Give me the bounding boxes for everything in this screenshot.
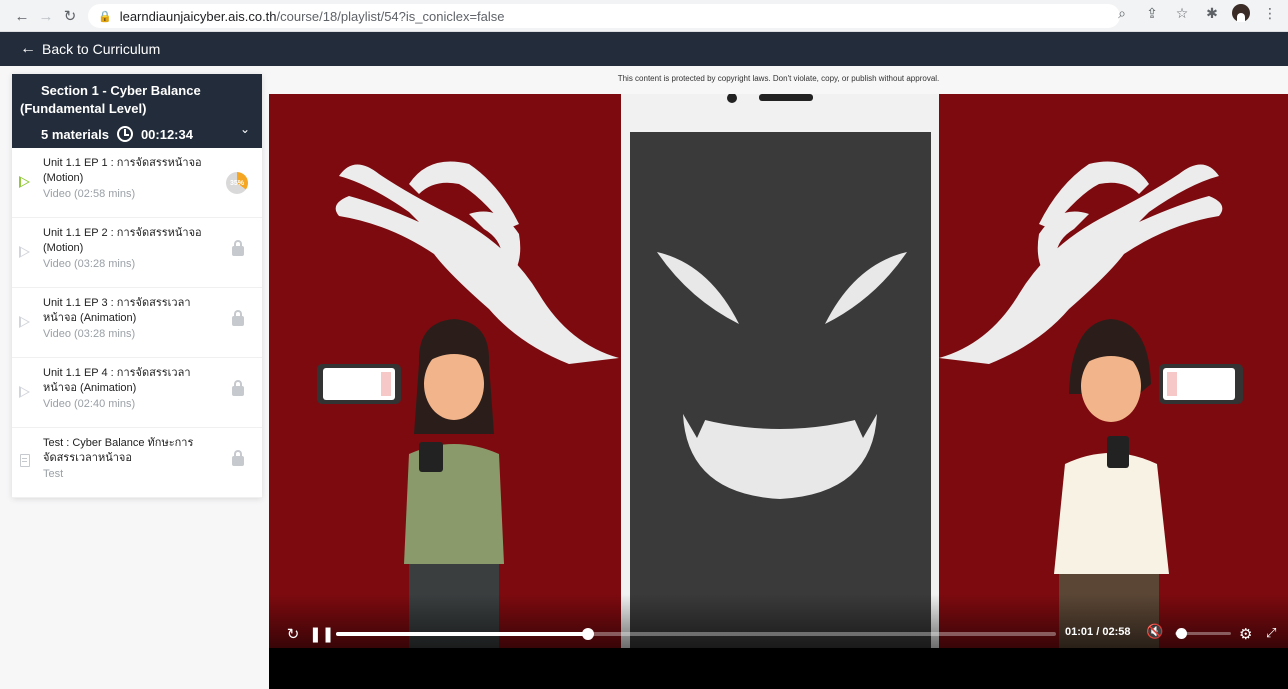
extensions-icon[interactable]: ✱ [1202,5,1222,22]
lesson-title-line2: หน้าจอ (Animation) [43,382,137,394]
player-controls: ↻ ❚❚ 01:01 / 02:58 🔇 ⚙ ⤢ [269,618,1288,650]
browser-menu-icon[interactable]: ⋮ [1260,5,1280,22]
course-topnav: ← Back to Curriculum [0,32,1288,66]
browser-actions: ⌕ ⇪ ☆ ✱ ⋮ [1112,4,1280,22]
section-title-line1: Section 1 - Cyber Balance [41,83,201,98]
section-title-line2: (Fundamental Level) [20,101,147,116]
lock-icon [232,380,244,396]
lesson-title: Unit 1.1 EP 2 : การจัดสรรหน้าจอ (Motion) [43,226,222,256]
play-icon [19,316,30,328]
seek-bar[interactable] [336,628,1056,640]
zoom-icon[interactable]: ⌕ [1112,5,1132,22]
test-title-line2: จัดสรรเวลาหน้าจอ [43,452,132,464]
lesson-title-line2: (Motion) [43,172,84,184]
progress-label: 35% [229,179,244,187]
lock-icon: 🔒 [98,10,112,23]
forward-arrow-icon[interactable]: → [34,4,58,28]
current-time: 01:01 [1065,626,1094,638]
curriculum-sidebar: Section 1 - Cyber Balance (Fundamental L… [12,74,262,498]
document-icon [20,454,30,467]
section-header[interactable]: Section 1 - Cyber Balance (Fundamental L… [12,74,262,148]
lesson-meta: Video (03:28 mins) [43,328,136,340]
back-curriculum-icon[interactable]: ← [20,40,36,58]
lesson-title: Unit 1.1 EP 1 : การจัดสรรหน้าจอ (Motion) [43,156,222,186]
lesson-title-line1: Unit 1.1 EP 2 : การจัดสรรหน้าจอ [43,227,202,239]
fullscreen-icon[interactable]: ⤢ [1266,625,1276,641]
back-arrow-icon[interactable]: ← [10,4,34,28]
lesson-item-1[interactable]: Unit 1.1 EP 1 : การจัดสรรหน้าจอ (Motion)… [12,148,262,218]
section-duration: 00:12:34 [140,126,193,142]
test-meta: Test [43,468,64,480]
lesson-meta: Video (03:28 mins) [43,258,136,270]
lesson-item-2[interactable]: Unit 1.1 EP 2 : การจัดสรรหน้าจอ (Motion)… [12,218,262,288]
lock-icon [232,450,244,466]
test-title: Test : Cyber Balance ทักษะการ จัดสรรเวลา… [43,436,222,466]
volume-slider[interactable] [1175,628,1231,639]
mute-icon[interactable]: 🔇 [1146,623,1163,640]
browser-toolbar: ← → ↻ 🔒 learndiaunjaicyber.ais.co.th/cou… [0,0,1288,32]
lesson-meta: Video (02:58 mins) [43,188,136,200]
video-illustration [269,94,1288,648]
lesson-title-line1: Unit 1.1 EP 3 : การจัดสรรเวลา [43,297,191,309]
materials-count: 5 materials [41,126,109,142]
lock-icon [232,240,244,256]
url-path: /course/18/playlist/54?is_coniclex=false [276,8,505,24]
volume-thumb[interactable] [1175,628,1187,639]
share-icon[interactable]: ⇪ [1142,5,1162,22]
profile-avatar[interactable] [1232,4,1250,22]
lock-icon [232,310,244,326]
lesson-title-line2: (Motion) [43,242,84,254]
lesson-title-line2: หน้าจอ (Animation) [43,312,137,324]
replay-icon[interactable]: ↻ [283,625,303,643]
url-domain: learndiaunjaicyber.ais.co.th [119,8,277,24]
address-bar[interactable]: 🔒 learndiaunjaicyber.ais.co.th/course/18… [88,4,1120,28]
section-title: Section 1 - Cyber Balance (Fundamental L… [20,82,250,118]
reload-icon[interactable]: ↻ [58,4,82,28]
copyright-notice: This content is protected by copyright l… [269,66,1288,94]
video-player[interactable]: This content is protected by copyright l… [269,66,1288,689]
chevron-down-icon[interactable]: ⌄ [240,122,250,136]
lesson-meta: Video (02:40 mins) [43,398,136,410]
back-to-curriculum-link[interactable]: Back to Curriculum [42,41,160,57]
test-item[interactable]: Test : Cyber Balance ทักษะการ จัดสรรเวลา… [12,428,262,498]
bookmark-star-icon[interactable]: ☆ [1172,5,1192,22]
play-icon [19,386,30,398]
lesson-title: Unit 1.1 EP 4 : การจัดสรรเวลา หน้าจอ (An… [43,366,222,396]
play-icon [19,246,30,258]
total-time: 02:58 [1102,626,1131,638]
video-frame[interactable] [269,94,1288,648]
seek-thumb[interactable] [582,628,594,640]
lesson-title: Unit 1.1 EP 3 : การจัดสรรเวลา หน้าจอ (An… [43,296,222,326]
time-display: 01:01 / 02:58 [1065,626,1130,638]
settings-gear-icon[interactable]: ⚙ [1239,625,1252,643]
progress-badge: 35% [226,172,248,194]
lesson-title-line1: Unit 1.1 EP 4 : การจัดสรรเวลา [43,367,191,379]
play-icon [19,176,30,188]
lesson-item-3[interactable]: Unit 1.1 EP 3 : การจัดสรรเวลา หน้าจอ (An… [12,288,262,358]
pause-icon[interactable]: ❚❚ [309,625,334,643]
section-meta: 5 materials 00:12:34 [20,126,250,142]
test-title-line1: Test : Cyber Balance ทักษะการ [43,437,194,449]
seek-fill [336,632,588,636]
lesson-title-line1: Unit 1.1 EP 1 : การจัดสรรหน้าจอ [43,157,202,169]
lesson-item-4[interactable]: Unit 1.1 EP 4 : การจัดสรรเวลา หน้าจอ (An… [12,358,262,428]
clock-icon [116,126,133,142]
